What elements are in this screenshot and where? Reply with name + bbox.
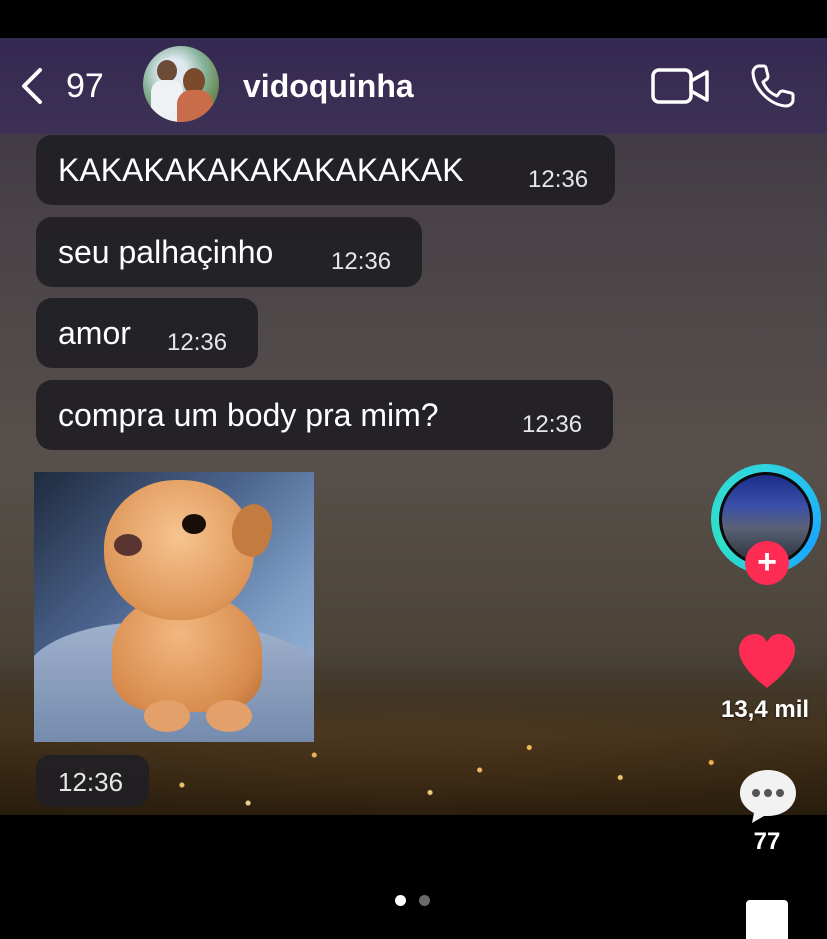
message-bubble[interactable]: amor 12:36 bbox=[36, 298, 258, 368]
unread-count[interactable]: 97 bbox=[66, 66, 104, 106]
image-message-time: 12:36 bbox=[36, 755, 149, 807]
follow-button[interactable]: + bbox=[745, 541, 789, 585]
video-camera-icon[interactable] bbox=[651, 66, 711, 106]
comment-bubble-icon[interactable] bbox=[737, 766, 799, 826]
chevron-left-icon[interactable] bbox=[18, 66, 48, 106]
phone-icon[interactable] bbox=[750, 63, 796, 109]
message-text: seu palhaçinho bbox=[58, 234, 274, 270]
puppy-photo-message[interactable] bbox=[34, 472, 314, 742]
message-time: 12:36 bbox=[58, 767, 124, 797]
message-bubble[interactable]: seu palhaçinho 12:36 bbox=[36, 217, 422, 287]
puppy-paw bbox=[206, 700, 252, 732]
message-text: compra um body pra mim? bbox=[58, 397, 439, 433]
page-dot[interactable] bbox=[419, 895, 430, 906]
contact-name[interactable]: vidoquinha bbox=[243, 66, 414, 106]
message-bubble[interactable]: compra um body pra mim? 12:36 bbox=[36, 380, 613, 450]
message-text: amor bbox=[58, 315, 131, 351]
page-dot-active[interactable] bbox=[395, 895, 406, 906]
puppy-nose bbox=[114, 534, 142, 556]
scroll-up-tab[interactable] bbox=[746, 900, 788, 939]
avatar-person-head bbox=[157, 60, 177, 82]
puppy-eye bbox=[182, 514, 206, 534]
message-text: KAKAKAKAKAKAKAKAKAK bbox=[58, 152, 464, 188]
message-bubble[interactable]: KAKAKAKAKAKAKAKAKAK 12:36 bbox=[36, 135, 615, 205]
heart-icon[interactable] bbox=[735, 632, 799, 690]
avatar-person-body bbox=[177, 90, 213, 122]
comment-count: 77 bbox=[753, 828, 781, 855]
message-time: 12:36 bbox=[167, 329, 228, 356]
message-time: 12:36 bbox=[522, 411, 583, 438]
message-time: 12:36 bbox=[528, 166, 589, 193]
message-time: 12:36 bbox=[331, 248, 392, 275]
contact-avatar[interactable] bbox=[143, 46, 219, 122]
puppy-paw bbox=[144, 700, 190, 732]
like-count: 13,4 mil bbox=[720, 696, 810, 723]
